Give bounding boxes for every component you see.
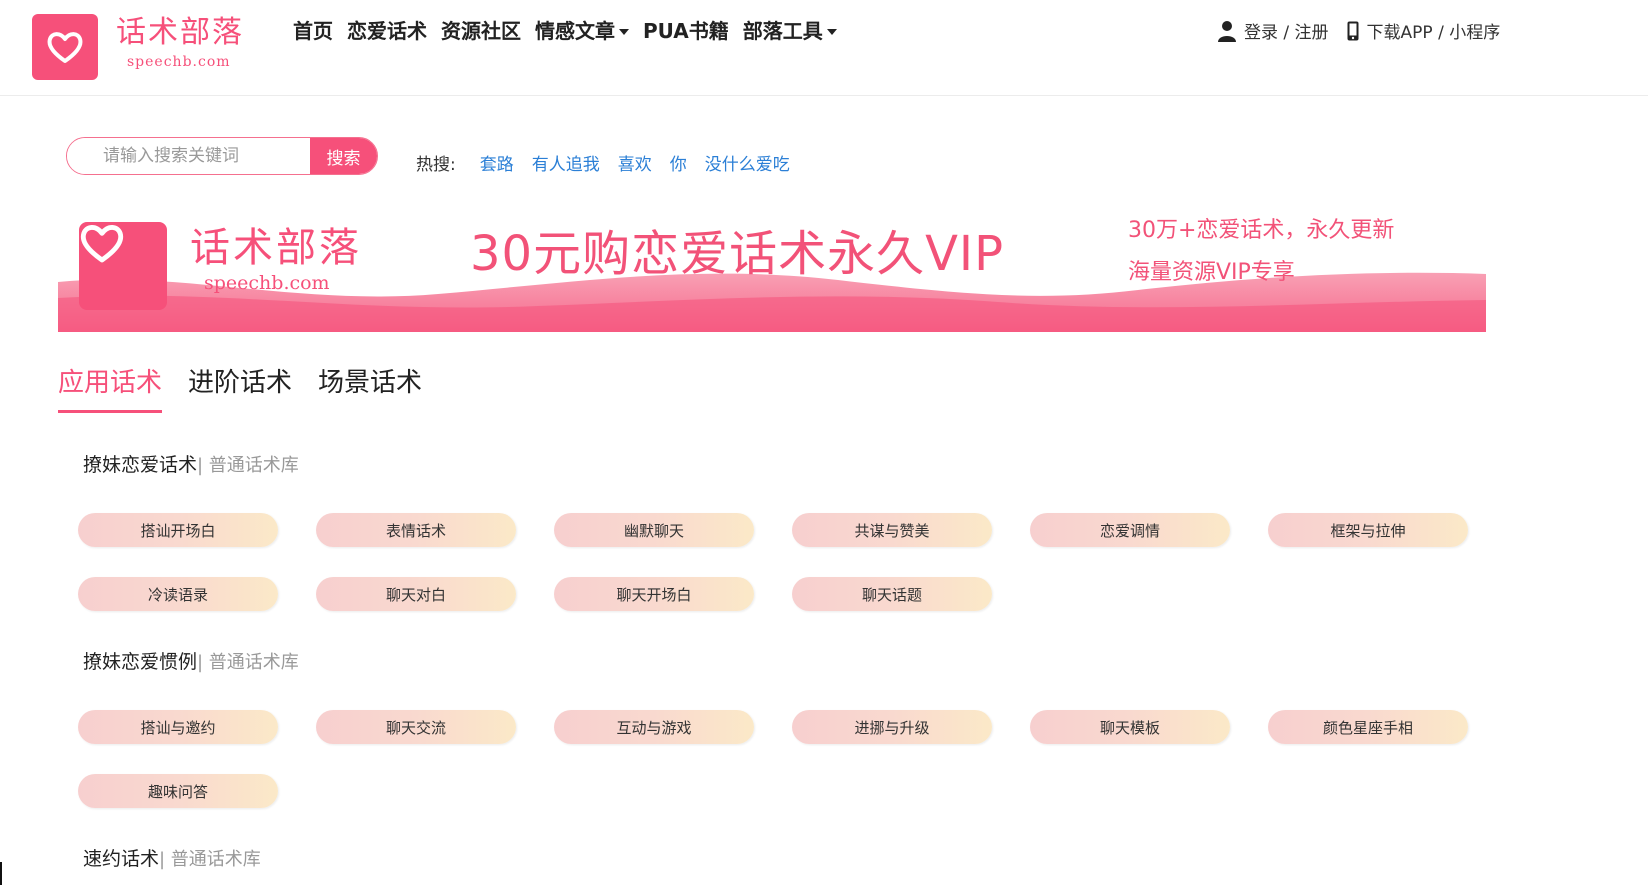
caret-down-icon	[619, 29, 629, 35]
section-title: 速约话术| 普通话术库	[83, 844, 261, 871]
tag-button[interactable]: 幽默聊天	[554, 513, 754, 547]
tag-button[interactable]: 聊天话题	[792, 577, 992, 611]
nav-home[interactable]: 首页	[286, 18, 340, 44]
section-title-text: 撩妹恋爱惯例	[83, 651, 198, 673]
nav-love-speech[interactable]: 恋爱话术	[340, 18, 434, 44]
logo-subtitle: speechb.com	[127, 54, 231, 70]
tag-button[interactable]: 搭讪与邀约	[78, 710, 278, 744]
site-header: 话术部落 speechb.com 首页 恋爱话术 资源社区 情感文章 PUA书籍…	[0, 0, 1648, 96]
search-bar: 搜索	[66, 137, 378, 175]
hot-search: 热搜: 套路 有人追我 喜欢 你 没什么爱吃	[416, 150, 808, 175]
vip-promo-banner[interactable]: 话术部落 speechb.com 30元购恋爱话术永久VIP 30万+恋爱话术，…	[58, 210, 1486, 332]
section-title: 撩妹恋爱惯例| 普通话术库	[83, 647, 299, 674]
nav-emotion-articles[interactable]: 情感文章	[528, 18, 636, 44]
hot-word-link[interactable]: 你	[670, 150, 687, 175]
nav-pua-books-label: PUA书籍	[643, 19, 729, 43]
banner-brand-subtitle: speechb.com	[204, 272, 330, 294]
logo-title: 话术部落	[116, 15, 244, 50]
search-input[interactable]	[67, 138, 310, 174]
nav-love-speech-label: 恋爱话术	[347, 19, 427, 43]
site-logo[interactable]	[32, 14, 98, 80]
banner-tagline-1: 30万+恋爱话术，永久更新	[1128, 218, 1395, 243]
tag-button[interactable]: 恋爱调情	[1030, 513, 1230, 547]
tag-button[interactable]: 进挪与升级	[792, 710, 992, 744]
nav-tribe-tools[interactable]: 部落工具	[736, 18, 844, 44]
hot-word-link[interactable]: 有人追我	[532, 150, 600, 175]
section-subtitle: | 普通话术库	[197, 455, 299, 476]
tag-button[interactable]: 框架与拉伸	[1268, 513, 1468, 547]
hot-search-label: 热搜:	[416, 155, 456, 175]
tab-applied-speech[interactable]: 应用话术	[58, 366, 163, 413]
main-nav: 首页 恋爱话术 资源社区 情感文章 PUA书籍 部落工具	[286, 18, 844, 44]
category-tabs: 应用话术 进阶话术 场景话术	[58, 366, 448, 413]
tag-button[interactable]: 搭讪开场白	[78, 513, 278, 547]
section-title-text: 速约话术	[83, 848, 160, 870]
banner-taglines: 30万+恋爱话术，永久更新 海量资源VIP专享	[1128, 210, 1394, 294]
nav-tribe-tools-label: 部落工具	[742, 19, 823, 43]
heart-icon	[80, 225, 124, 263]
tag-button[interactable]: 共谋与赞美	[792, 513, 992, 547]
tag-button[interactable]: 聊天开场白	[554, 577, 754, 611]
section-subtitle: | 普通话术库	[197, 652, 299, 673]
download-app-link[interactable]: 下载APP / 小程序	[1367, 18, 1501, 43]
logo-text[interactable]: 话术部落 speechb.com	[116, 15, 244, 71]
heart-icon	[47, 32, 83, 63]
nav-resource-community-label: 资源社区	[441, 19, 521, 43]
tab-scenario-speech[interactable]: 场景话术	[318, 366, 422, 413]
tag-button[interactable]: 颜色星座手相	[1268, 710, 1468, 744]
section-title-text: 撩妹恋爱话术	[83, 454, 198, 476]
section-subtitle: | 普通话术库	[159, 849, 261, 870]
tab-advanced-speech[interactable]: 进阶话术	[188, 366, 292, 413]
banner-logo	[79, 222, 167, 310]
tag-button[interactable]: 聊天对白	[316, 577, 516, 611]
nav-emotion-articles-label: 情感文章	[535, 19, 615, 43]
user-icon	[1218, 20, 1236, 42]
hot-word-link[interactable]: 套路	[480, 150, 514, 175]
tag-button[interactable]: 互动与游戏	[554, 710, 754, 744]
banner-brand-title: 话术部落	[190, 225, 362, 271]
banner-headline: 30元购恋爱话术永久VIP	[470, 226, 1005, 282]
text-cursor	[0, 862, 2, 885]
section-title: 撩妹恋爱话术| 普通话术库	[83, 450, 299, 477]
tag-button[interactable]: 聊天交流	[316, 710, 516, 744]
hot-word-link[interactable]: 没什么爱吃	[705, 150, 790, 175]
banner-brand: 话术部落 speechb.com	[190, 224, 362, 294]
account-area: 登录 / 注册 下载APP / 小程序	[1218, 18, 1500, 43]
login-register-link[interactable]: 登录 / 注册	[1244, 18, 1329, 43]
nav-resource-community[interactable]: 资源社区	[434, 18, 528, 44]
tag-button[interactable]: 聊天模板	[1030, 710, 1230, 744]
phone-icon	[1347, 21, 1359, 41]
hot-word-link[interactable]: 喜欢	[618, 150, 652, 175]
banner-tagline-2: 海量资源VIP专享	[1128, 260, 1295, 285]
tag-button[interactable]: 冷读语录	[78, 577, 278, 611]
nav-pua-books[interactable]: PUA书籍	[636, 18, 736, 44]
tag-button[interactable]: 趣味问答	[78, 774, 278, 808]
tag-button[interactable]: 表情话术	[316, 513, 516, 547]
caret-down-icon	[826, 29, 837, 35]
nav-home-label: 首页	[293, 19, 333, 43]
search-button[interactable]: 搜索	[310, 138, 377, 174]
